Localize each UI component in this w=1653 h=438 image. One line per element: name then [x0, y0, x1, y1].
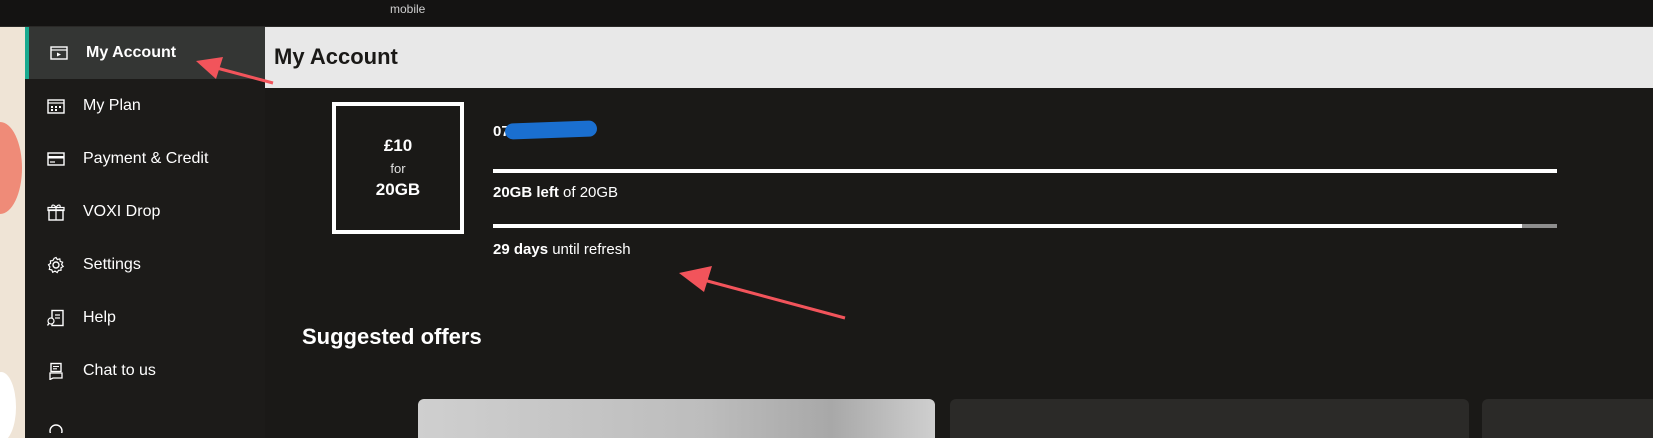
sidebar-item-partial[interactable] [25, 398, 265, 438]
credit-card-icon [45, 148, 67, 170]
page-header: My Account [265, 27, 1653, 88]
decorative-background-strip [0, 27, 25, 438]
account-card-icon [48, 42, 70, 64]
data-left-text: 20GB left of 20GB [493, 184, 618, 201]
page: mobile My Account My Plan Payment & Cred… [0, 0, 1653, 438]
sidebar-item-label: Help [83, 309, 116, 326]
page-title: My Account [274, 44, 398, 69]
refresh-countdown: 29 days until refresh [493, 241, 631, 258]
partial-icon [45, 413, 67, 435]
sidebar-item-label: Settings [83, 256, 141, 273]
refresh-suffix: until refresh [548, 241, 631, 258]
sidebar: My Account My Plan Payment & Credit VOXI… [25, 27, 265, 438]
main-content: My Account £10 for 20GB 07 20GB left of … [265, 27, 1653, 438]
sidebar-item-settings[interactable]: Settings [25, 239, 265, 291]
data-left-value: 20GB left [493, 184, 559, 201]
decorative-shape [0, 122, 22, 214]
plan-for-text: for [390, 161, 406, 176]
help-document-icon [45, 307, 67, 329]
sidebar-item-chat[interactable]: Chat to us [25, 345, 265, 397]
calendar-grid-icon [45, 95, 67, 117]
plan-summary-box[interactable]: £10 for 20GB [332, 102, 464, 234]
sidebar-item-label: Payment & Credit [83, 150, 209, 167]
suggested-offers-heading: Suggested offers [302, 324, 482, 349]
decorative-shape [0, 372, 16, 438]
gear-icon [45, 254, 67, 276]
data-usage-bar [493, 169, 1557, 173]
plan-price: £10 [383, 136, 413, 155]
top-bar: mobile [0, 0, 1653, 27]
plan-data-allowance: 20GB [375, 180, 421, 199]
refresh-days: 29 days [493, 241, 549, 258]
sidebar-item-my-account[interactable]: My Account [25, 27, 265, 79]
sidebar-item-payment-credit[interactable]: Payment & Credit [25, 133, 265, 185]
offer-card[interactable] [1482, 399, 1653, 438]
data-left-suffix: of 20GB [558, 184, 619, 201]
chat-icon [45, 360, 67, 382]
sidebar-item-voxi-drop[interactable]: VOXI Drop [25, 186, 265, 238]
sidebar-item-label: VOXI Drop [83, 203, 161, 220]
sidebar-item-label: Chat to us [83, 362, 156, 379]
offer-card[interactable] [950, 399, 1469, 438]
offer-card[interactable] [418, 399, 935, 438]
sidebar-item-label: My Plan [83, 97, 141, 114]
brand-text: mobile [390, 2, 426, 16]
refresh-progress-fill [493, 224, 1522, 228]
sidebar-item-label: My Account [86, 44, 177, 61]
gift-icon [45, 201, 67, 223]
refresh-progress-bar [493, 224, 1557, 228]
sidebar-item-help[interactable]: Help [25, 292, 265, 344]
sidebar-item-my-plan[interactable]: My Plan [25, 80, 265, 132]
redaction-mark [504, 120, 598, 140]
